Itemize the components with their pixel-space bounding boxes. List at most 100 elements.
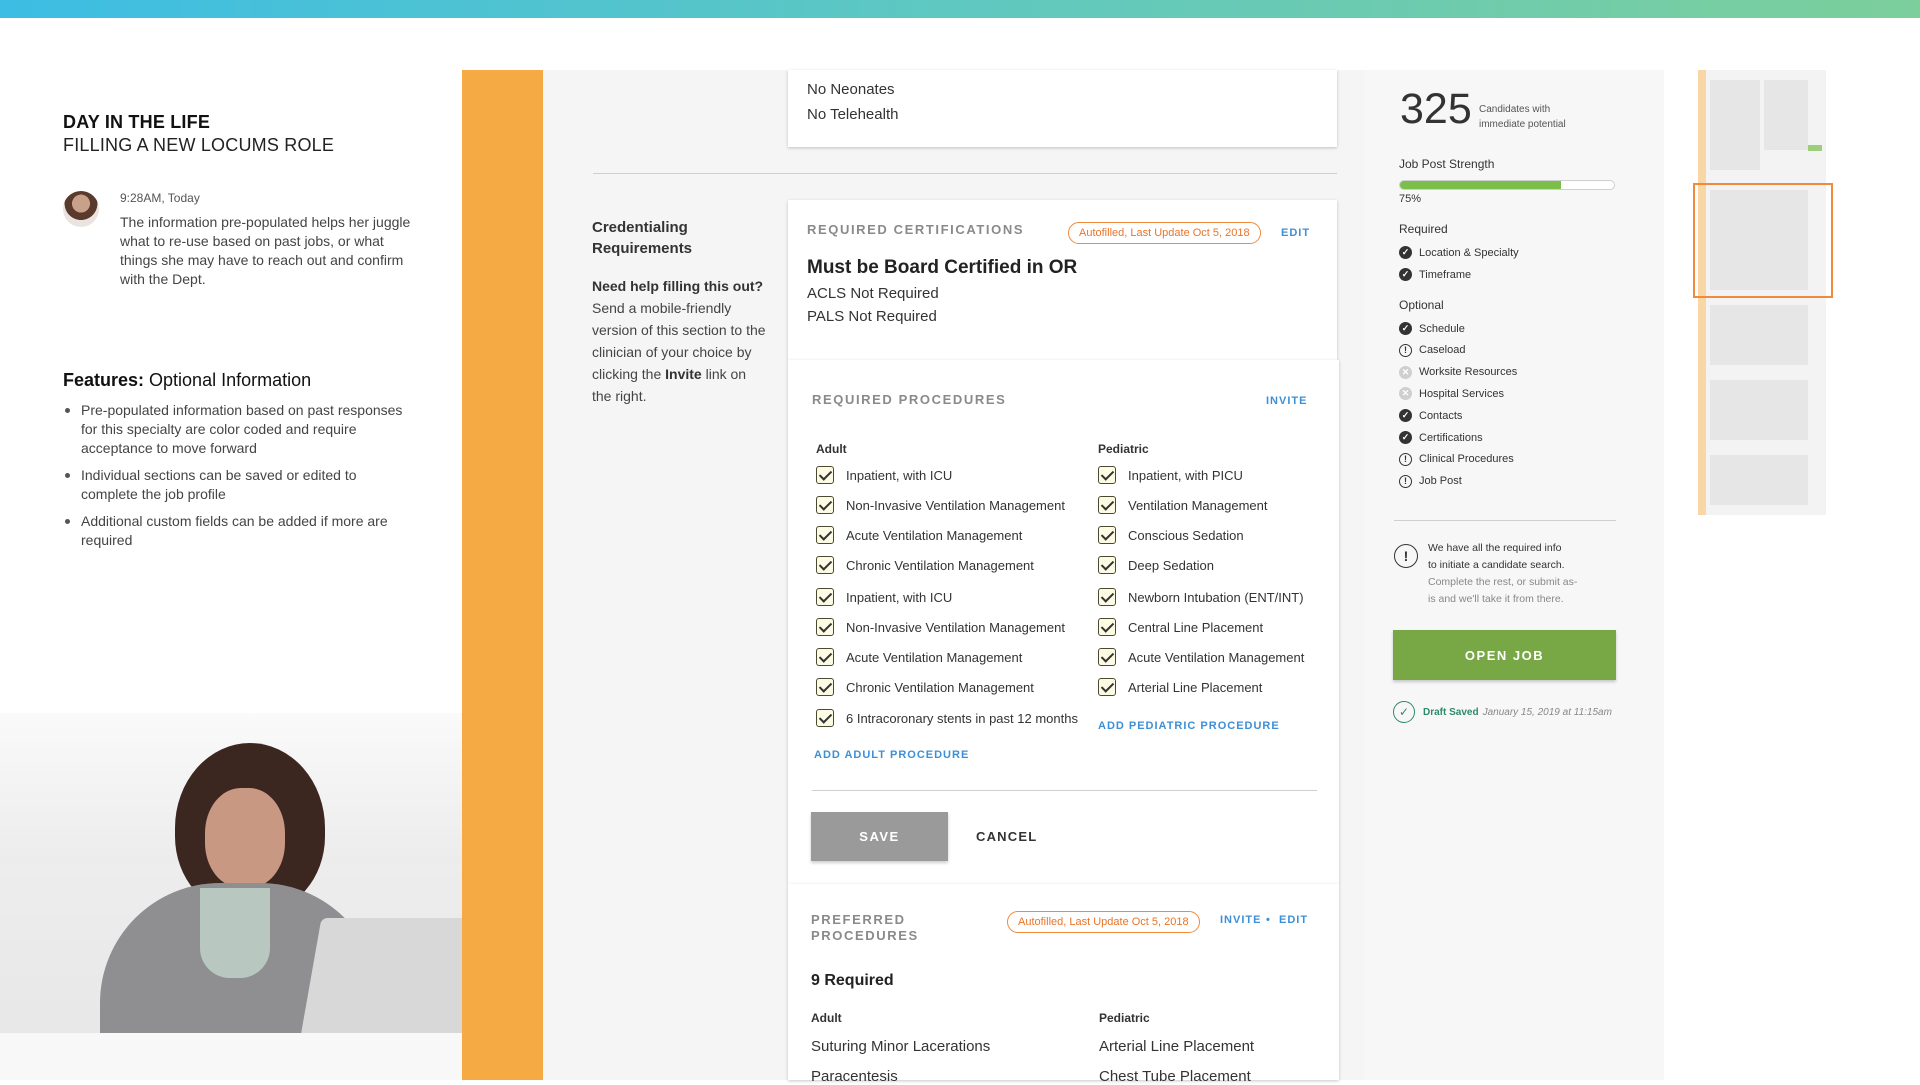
strength-percent: 75% — [1399, 193, 1422, 205]
add-pediatric-procedure-link[interactable]: ADD PEDIATRIC PROCEDURE — [1098, 720, 1280, 732]
checkbox-checked-icon[interactable] — [1098, 556, 1116, 574]
alert-circle-icon: ! — [1399, 343, 1412, 357]
adult-procedure-checkbox[interactable]: Inpatient, with ICU — [816, 466, 952, 484]
pediatric-column-head: Pediatric — [1099, 1011, 1150, 1025]
pediatric-procedure-checkbox[interactable]: Acute Ventilation Management — [1098, 648, 1304, 666]
features-title: Features: Optional Information — [63, 370, 312, 390]
required-label: Required — [1399, 222, 1448, 236]
list-item: Suturing Minor Lacerations — [811, 1038, 991, 1055]
alert-circle-icon: ! — [1399, 452, 1412, 466]
strength-progress-fill — [1400, 181, 1561, 189]
required-item[interactable]: ✓ Location & Specialty — [1399, 246, 1519, 259]
checkbox-checked-icon[interactable] — [816, 526, 834, 544]
link-separator: • — [1266, 914, 1271, 926]
checkbox-checked-icon[interactable] — [816, 556, 834, 574]
checkbox-checked-icon[interactable] — [816, 709, 834, 727]
adult-procedure-checkbox[interactable]: Chronic Ventilation Management — [816, 678, 1034, 696]
optional-item[interactable]: ! Job Post — [1399, 474, 1462, 488]
checkbox-checked-icon[interactable] — [816, 648, 834, 666]
summary-divider — [1394, 520, 1616, 521]
required-item[interactable]: ✓ Timeframe — [1399, 268, 1471, 281]
pediatric-procedure-checkbox[interactable]: Central Line Placement — [1098, 618, 1263, 636]
pediatric-column-head: Pediatric — [1098, 442, 1149, 456]
preferred-count: 9 Required — [811, 972, 894, 989]
checkbox-checked-icon[interactable] — [816, 496, 834, 514]
optional-item[interactable]: ✕ Worksite Resources — [1399, 365, 1517, 379]
nav-rail — [462, 70, 543, 1080]
credentialing-help: Need help filling this out? Send a mobil… — [592, 278, 766, 404]
adult-procedure-checkbox[interactable]: Inpatient, with ICU — [816, 588, 952, 606]
adult-procedure-checkbox[interactable]: Non-Invasive Ventilation Management — [816, 496, 1065, 514]
certification-line: PALS Not Required — [807, 308, 937, 325]
feature-item: Individual sections can be saved or edit… — [63, 466, 403, 504]
procedures-card: REQUIRED PROCEDURES INVITE Adult Pediatr… — [788, 360, 1339, 884]
list-item: Arterial Line Placement — [1099, 1038, 1255, 1055]
feature-item: Additional custom fields can be added if… — [63, 512, 403, 550]
alert-circle-icon: ! — [1399, 474, 1412, 488]
cancel-button[interactable]: CANCEL — [976, 812, 1037, 861]
note-text: The information pre-populated helps her … — [120, 214, 411, 287]
note-time: 9:28AM, Today — [120, 191, 200, 205]
preferred-title: PREFERRED PROCEDURES — [811, 912, 919, 943]
checkbox-checked-icon[interactable] — [1098, 496, 1116, 514]
pediatric-procedure-checkbox[interactable]: Deep Sedation — [1098, 556, 1214, 574]
avatar — [63, 191, 99, 227]
empty-circle-icon: ✕ — [1399, 365, 1412, 379]
edit-link[interactable]: EDIT — [1281, 227, 1310, 239]
invite-link[interactable]: INVITE — [1266, 395, 1307, 407]
checkbox-checked-icon[interactable] — [816, 618, 834, 636]
previous-section-card: No Neonates No Telehealth — [788, 70, 1337, 147]
list-item: No Telehealth — [807, 106, 899, 123]
checkbox-checked-icon[interactable] — [1098, 526, 1116, 544]
optional-item[interactable]: ✕ Hospital Services — [1399, 387, 1504, 401]
adult-procedure-checkbox[interactable]: Acute Ventilation Management — [816, 526, 1022, 544]
check-circle-icon: ✓ — [1399, 268, 1412, 281]
optional-item[interactable]: ✓ Certifications — [1399, 431, 1483, 444]
candidate-count-label: Candidates with immediate potential — [1479, 104, 1566, 130]
adult-procedure-checkbox[interactable]: Chronic Ventilation Management — [816, 556, 1034, 574]
draft-saved-status: ✓ Draft Saved January 15, 2019 at 11:15a… — [1393, 701, 1612, 723]
preferred-procedures-card: PREFERRED PROCEDURES Autofilled, Last Up… — [788, 884, 1339, 1085]
section-divider — [593, 173, 1337, 174]
certification-line: ACLS Not Required — [807, 285, 939, 302]
adult-column-head: Adult — [816, 442, 847, 456]
optional-item[interactable]: ✓ Schedule — [1399, 322, 1465, 335]
minimap-viewport-frame[interactable] — [1693, 183, 1833, 298]
checkbox-checked-icon[interactable] — [816, 466, 834, 484]
checkbox-checked-icon[interactable] — [816, 678, 834, 696]
save-button[interactable]: SAVE — [811, 812, 948, 861]
edit-link[interactable]: EDIT — [1279, 914, 1308, 926]
checkbox-checked-icon[interactable] — [1098, 678, 1116, 696]
pediatric-procedure-checkbox[interactable]: Inpatient, with PICU — [1098, 466, 1243, 484]
adult-procedure-checkbox[interactable]: Acute Ventilation Management — [816, 648, 1022, 666]
page-minimap[interactable] — [1693, 70, 1833, 515]
optional-label: Optional — [1399, 298, 1444, 312]
pediatric-procedure-checkbox[interactable]: Conscious Sedation — [1098, 526, 1244, 544]
optional-item[interactable]: ! Caseload — [1399, 343, 1465, 357]
checkbox-checked-icon[interactable] — [816, 588, 834, 606]
checkbox-checked-icon[interactable] — [1098, 466, 1116, 484]
persona-photo — [0, 713, 462, 1080]
story-header: DAY IN THE LIFE FILLING A NEW LOCUMS ROL… — [63, 112, 423, 156]
autofilled-badge: Autofilled, Last Update Oct 5, 2018 — [1068, 222, 1261, 244]
checkbox-checked-icon[interactable] — [1098, 648, 1116, 666]
features-list: Features: Optional Information Pre-popul… — [63, 370, 403, 558]
add-adult-procedure-link[interactable]: ADD ADULT PROCEDURE — [814, 749, 969, 761]
story-note: 9:28AM, Today The information pre-popula… — [63, 191, 423, 289]
open-job-button[interactable]: OPEN JOB — [1393, 630, 1616, 680]
pediatric-procedure-checkbox[interactable]: Newborn Intubation (ENT/INT) — [1098, 588, 1304, 606]
optional-item[interactable]: ! Clinical Procedures — [1399, 452, 1514, 466]
optional-item[interactable]: ✓ Contacts — [1399, 409, 1462, 423]
checkbox-checked-icon[interactable] — [1098, 618, 1116, 636]
story-subheading: FILLING A NEW LOCUMS ROLE — [63, 135, 335, 155]
checkbox-checked-icon[interactable] — [1098, 588, 1116, 606]
adult-procedure-checkbox[interactable]: Non-Invasive Ventilation Management — [816, 618, 1065, 636]
strength-label: Job Post Strength — [1399, 157, 1495, 171]
autofilled-badge: Autofilled, Last Update Oct 5, 2018 — [1007, 911, 1200, 933]
pediatric-procedure-checkbox[interactable]: Ventilation Management — [1098, 496, 1267, 514]
pediatric-procedure-checkbox[interactable]: Arterial Line Placement — [1098, 678, 1262, 696]
invite-link[interactable]: INVITE — [1220, 914, 1261, 926]
adult-procedure-checkbox[interactable]: 6 Intracoronary stents in past 12 months — [816, 709, 1078, 727]
procedures-divider — [812, 790, 1317, 791]
info-icon: ! — [1394, 544, 1418, 568]
